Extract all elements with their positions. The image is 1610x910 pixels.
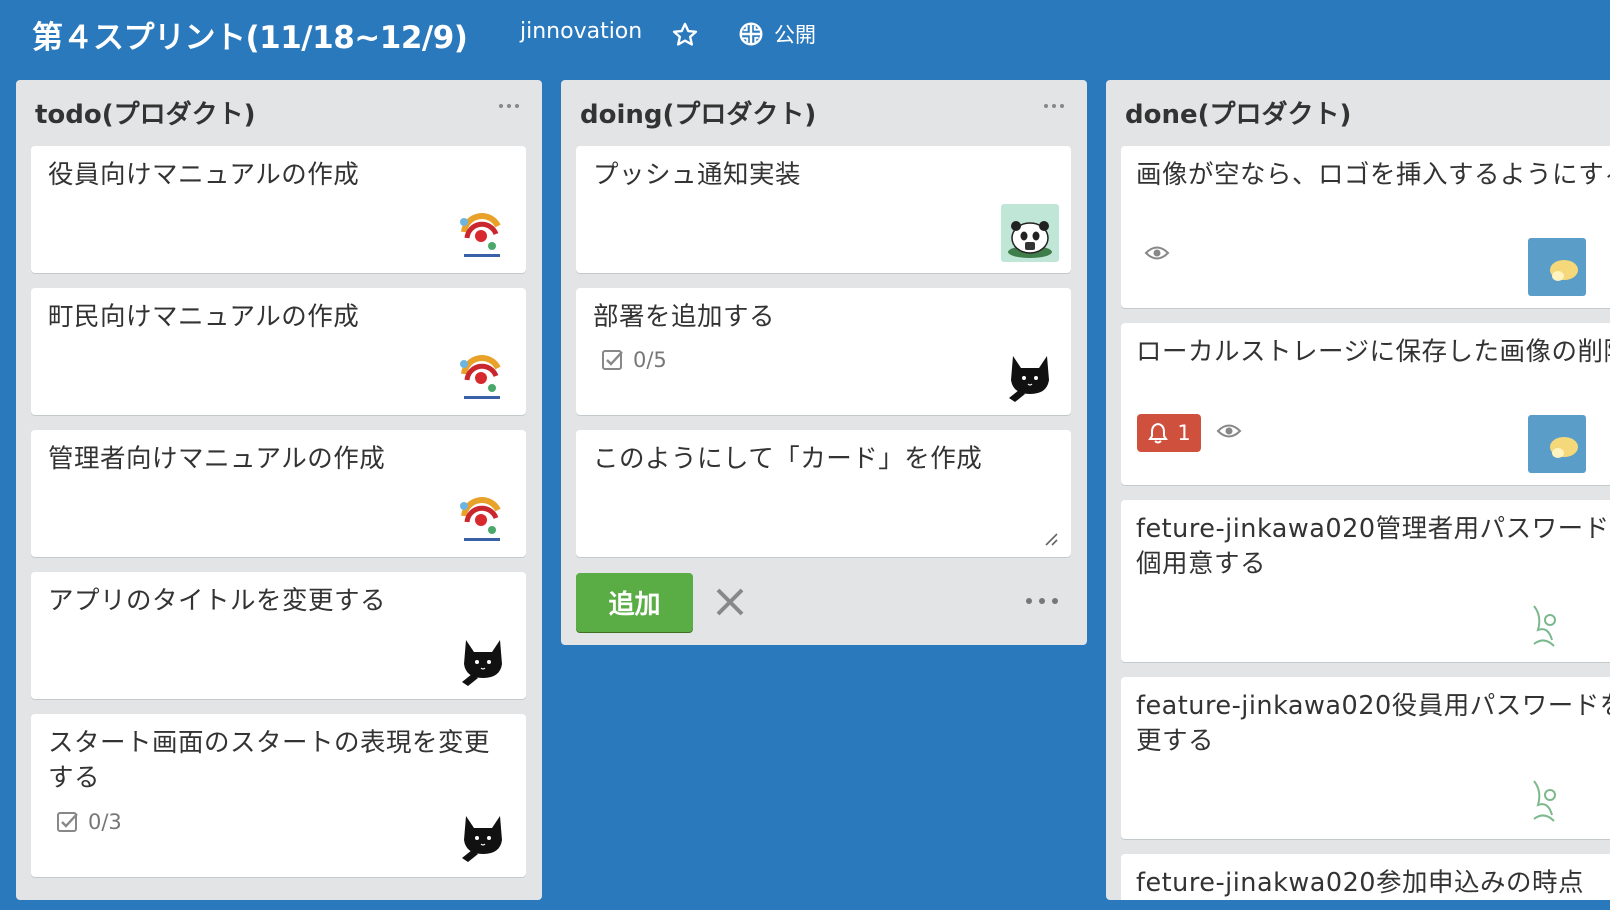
sunrise-logo-icon[interactable] bbox=[452, 346, 510, 404]
visibility-button[interactable]: 公開 bbox=[738, 18, 816, 50]
card-title: 管理者向けマニュアルの作成 bbox=[48, 444, 386, 474]
member-avatar-icon[interactable] bbox=[1528, 238, 1586, 296]
bell-icon bbox=[1148, 422, 1169, 444]
card[interactable]: 画像が空なら、ロゴを挿入するようにする bbox=[1121, 146, 1610, 308]
add-card-button[interactable]: 追加 bbox=[576, 573, 693, 632]
card[interactable]: 町民向けマニュアルの作成 bbox=[31, 288, 526, 415]
card-title: ローカルストレージに保存した画像の削除 bbox=[1136, 337, 1610, 367]
checkbox-icon bbox=[602, 350, 623, 370]
board-header: 第４スプリント(11/18~12/9) jinnovation 公開 bbox=[0, 0, 1610, 72]
card[interactable]: ローカルストレージに保存した画像の削除 1 bbox=[1121, 323, 1610, 485]
list-title[interactable]: doing(プロダクト) bbox=[580, 94, 816, 131]
card-title: feture-jinkawa020管理者用パスワードを10個用意する bbox=[1136, 514, 1610, 579]
card[interactable]: アプリのタイトルを変更する bbox=[31, 572, 526, 699]
star-icon[interactable] bbox=[671, 21, 699, 49]
card-title: 町民向けマニュアルの作成 bbox=[48, 302, 360, 332]
board-title[interactable]: 第４スプリント(11/18~12/9) bbox=[32, 12, 468, 57]
list-menu-icon[interactable] bbox=[1043, 101, 1065, 111]
card[interactable]: 部署を追加する 0/5 bbox=[576, 288, 1071, 415]
globe-icon bbox=[739, 22, 763, 46]
black-cat-icon[interactable] bbox=[1001, 346, 1059, 404]
more-options-icon[interactable] bbox=[1025, 596, 1059, 606]
notification-count: 1 bbox=[1177, 421, 1191, 445]
resize-handle-icon[interactable] bbox=[1043, 531, 1059, 547]
card-composer-input[interactable]: このようにして「カード」を作成 bbox=[593, 442, 1057, 477]
list-menu-icon[interactable] bbox=[498, 101, 520, 111]
checklist-count: 0/5 bbox=[633, 348, 667, 372]
card[interactable]: プッシュ通知実装 bbox=[576, 146, 1071, 273]
member-avatar-icon[interactable] bbox=[1528, 771, 1586, 829]
visibility-label: 公開 bbox=[774, 23, 816, 47]
card-title: 画像が空なら、ロゴを挿入するようにする bbox=[1136, 160, 1610, 190]
card-title: アプリのタイトルを変更する bbox=[48, 586, 387, 616]
eye-icon bbox=[1144, 246, 1170, 260]
list-title[interactable]: todo(プロダクト) bbox=[35, 94, 256, 131]
checklist-badge: 0/3 bbox=[56, 810, 122, 834]
list-todo: todo(プロダクト) 役員向けマニュアルの作成 町民向けマニュアルの作成 管理… bbox=[16, 80, 542, 900]
member-avatar-icon[interactable] bbox=[1528, 596, 1586, 654]
close-icon[interactable] bbox=[713, 585, 747, 619]
card-composer[interactable]: このようにして「カード」を作成 bbox=[576, 430, 1071, 557]
card[interactable]: feture-jinakwa020参加申込みの時点 bbox=[1121, 854, 1610, 900]
sunrise-logo-icon[interactable] bbox=[452, 204, 510, 262]
sunrise-logo-icon[interactable] bbox=[452, 488, 510, 546]
checklist-badge: 0/5 bbox=[601, 348, 667, 372]
card-title: スタート画面のスタートの表現を変更する bbox=[48, 728, 491, 793]
member-avatar-icon[interactable] bbox=[1528, 415, 1586, 473]
list-title[interactable]: done(プロダクト) bbox=[1125, 94, 1351, 131]
list-done: done(プロダクト) 画像が空なら、ロゴを挿入するようにする ローカルストレー… bbox=[1106, 80, 1610, 900]
notification-badge: 1 bbox=[1137, 414, 1201, 452]
checklist-count: 0/3 bbox=[88, 810, 122, 834]
card-title: プッシュ通知実装 bbox=[593, 160, 802, 190]
card[interactable]: feture-jinkawa020管理者用パスワードを10個用意する bbox=[1121, 500, 1610, 662]
card-title: 役員向けマニュアルの作成 bbox=[48, 160, 360, 190]
card-title: feature-jinkawa020役員用パスワードを変更する bbox=[1136, 691, 1610, 756]
card-title: feture-jinakwa020参加申込みの時点 bbox=[1136, 868, 1585, 898]
card[interactable]: feature-jinkawa020役員用パスワードを変更する bbox=[1121, 677, 1610, 839]
card[interactable]: 役員向けマニュアルの作成 bbox=[31, 146, 526, 273]
card[interactable]: スタート画面のスタートの表現を変更する 0/3 bbox=[31, 714, 526, 877]
eye-icon bbox=[1216, 424, 1242, 438]
black-cat-icon[interactable] bbox=[454, 806, 512, 864]
panda-icon[interactable] bbox=[1001, 204, 1059, 262]
card[interactable]: 管理者向けマニュアルの作成 bbox=[31, 430, 526, 557]
list-doing: doing(プロダクト) プッシュ通知実装 部署を追加する 0/5 このようにし… bbox=[561, 80, 1087, 645]
card-title: 部署を追加する bbox=[593, 302, 776, 332]
team-name[interactable]: jinnovation bbox=[520, 19, 642, 44]
black-cat-icon[interactable] bbox=[454, 630, 512, 688]
checkbox-icon bbox=[57, 812, 78, 832]
